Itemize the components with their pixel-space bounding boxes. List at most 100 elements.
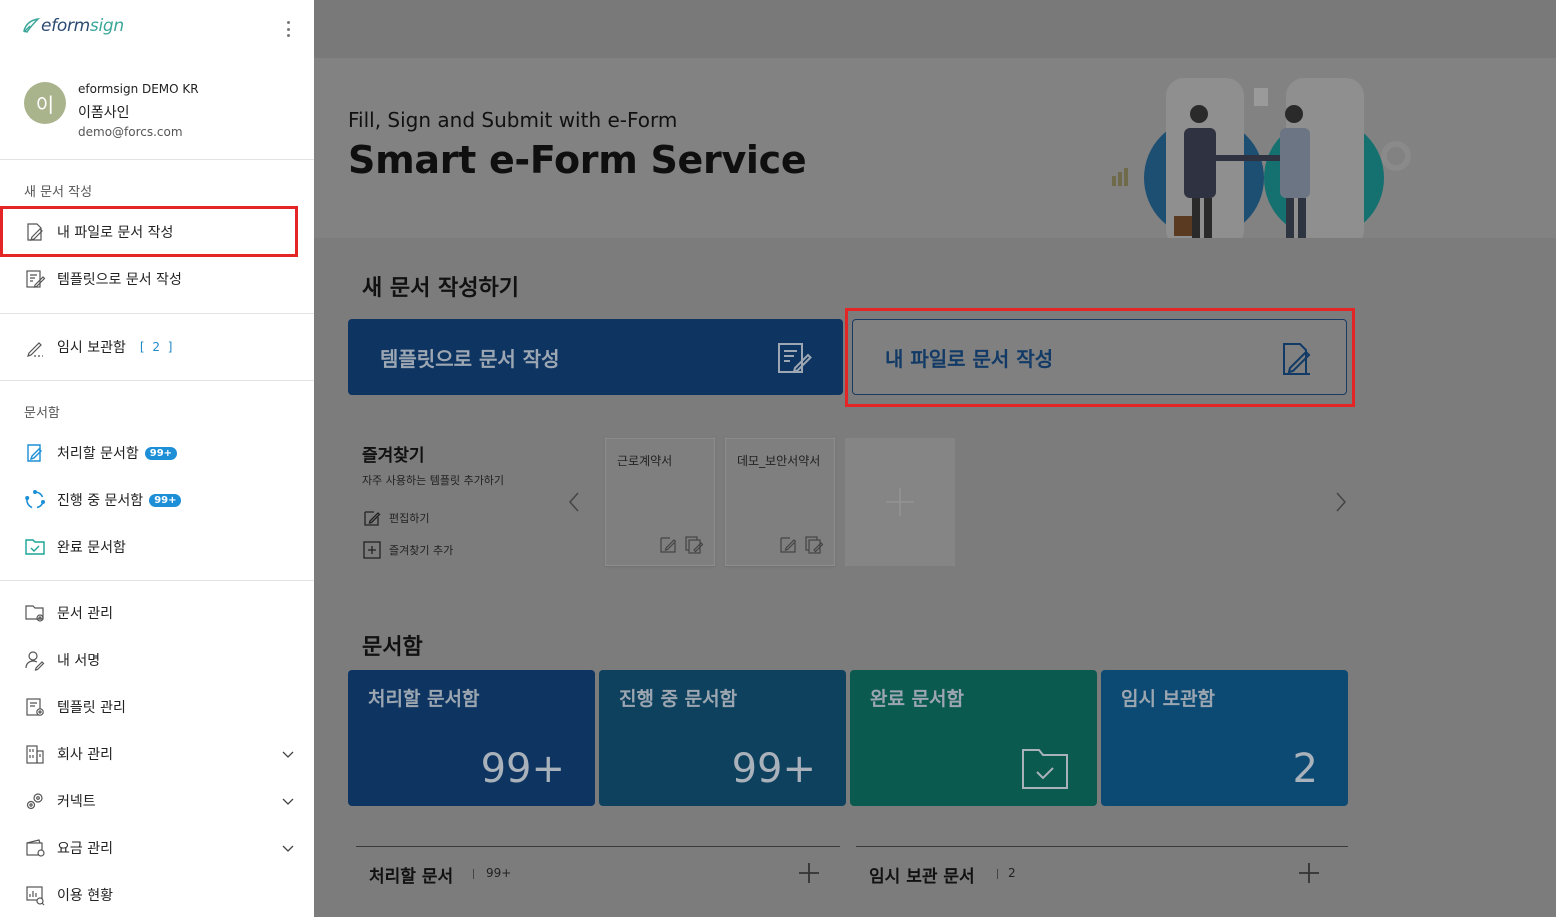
box-title: 완료 문서함	[870, 688, 965, 710]
profile-company: eformsign DEMO KR	[78, 82, 199, 96]
edit-icon[interactable]	[778, 535, 798, 555]
hero-subtitle: Fill, Sign and Submit with e-Form	[348, 108, 678, 132]
profile-email: demo@forcs.com	[78, 125, 183, 139]
user-sign-icon	[25, 651, 45, 671]
more-menu-icon[interactable]	[282, 18, 294, 40]
template-create-button[interactable]: 템플릿으로 문서 작성	[348, 319, 843, 395]
box-temp[interactable]: 임시 보관함 2	[1101, 670, 1348, 806]
divider	[356, 846, 840, 847]
favorites-edit-button[interactable]: 편집하기	[362, 508, 429, 528]
chevron-down-icon[interactable]	[282, 748, 294, 760]
chevron-left-icon[interactable]	[566, 490, 582, 514]
pencil-draft-icon	[27, 342, 43, 357]
favorites-subtitle: 자주 사용하는 템플릿 추가하기	[362, 474, 505, 487]
favorites-add-button[interactable]: 즐겨찾기 추가	[362, 540, 453, 560]
hero-banner: Fill, Sign and Submit with e-Form Smart …	[314, 58, 1556, 238]
gears-icon	[26, 793, 43, 810]
template-edit-icon	[26, 270, 46, 288]
profile-card: 이 eformsign DEMO KR 이폼사인 demo@forcs.com	[0, 60, 314, 160]
button-label: 템플릿으로 문서 작성	[380, 346, 560, 371]
sidebar-item-template-manage[interactable]: 템플릿 관리	[0, 685, 314, 729]
main-content: Fill, Sign and Submit with e-Form Smart …	[314, 0, 1556, 917]
box-title: 처리할 문서함	[368, 688, 480, 710]
box-count: 2	[1292, 746, 1318, 792]
count-badge: 99+	[144, 446, 178, 460]
highlight-box-sidebar	[0, 206, 298, 257]
sidebar-item-temp-storage[interactable]: 임시 보관함 [ 2 ]	[0, 325, 314, 369]
box-title: 진행 중 문서함	[619, 688, 738, 710]
sidebar-item-label: 커넥트	[57, 794, 96, 810]
divider	[0, 313, 314, 314]
chevron-down-icon[interactable]	[282, 795, 294, 807]
hero-title: Smart e-Form Service	[348, 138, 807, 182]
progress-cycle-icon	[25, 489, 45, 509]
folder-gear-icon	[25, 605, 44, 622]
sidebar-item-template[interactable]: 템플릿으로 문서 작성	[0, 257, 314, 301]
favorite-card[interactable]: 근로계약서	[605, 438, 715, 566]
list-count-temp: 2	[1008, 866, 1016, 880]
eformsign-logo[interactable]: eformsign	[22, 16, 124, 36]
favorites-edit-label: 편집하기	[389, 512, 430, 525]
list-title-temp: 임시 보관 문서	[869, 867, 975, 887]
sidebar-item-label: 내 서명	[57, 653, 101, 669]
usage-chart-icon	[26, 886, 45, 906]
favorite-card-name: 데모_보안서약서	[737, 454, 821, 468]
sidebar-item-label: 이용 현황	[57, 888, 113, 904]
folder-check-icon	[1022, 749, 1068, 789]
favorite-card[interactable]: 데모_보안서약서	[725, 438, 835, 566]
sidebar-item-billing[interactable]: 요금 관리	[0, 826, 314, 870]
template-edit-icon	[778, 343, 812, 373]
business-handshake-illustration	[1112, 78, 1411, 238]
copy-edit-icon[interactable]	[684, 535, 704, 555]
logo-text: eformsign	[41, 16, 124, 36]
plus-icon[interactable]	[1297, 861, 1321, 885]
box-to-process[interactable]: 처리할 문서함 99+	[348, 670, 595, 806]
sidebar-item-usage[interactable]: 이용 현황	[0, 873, 314, 917]
sidebar: eformsign 이 eformsign DEMO KR 이폼사인 demo@…	[0, 0, 314, 917]
sidebar-item-label: 템플릿으로 문서 작성	[57, 272, 182, 288]
avatar[interactable]: 이	[24, 82, 66, 124]
separator	[473, 869, 474, 879]
sidebar-item-label: 임시 보관함	[57, 340, 126, 356]
process-doc-icon	[27, 444, 42, 462]
sidebar-item-label: 진행 중 문서함	[57, 493, 144, 509]
section-label-docbox: 문서함	[24, 406, 60, 421]
edit-icon[interactable]	[658, 535, 678, 555]
count-badge: 99+	[149, 493, 182, 507]
sidebar-item-to-process[interactable]: 처리할 문서함 99+	[0, 431, 314, 475]
sidebar-item-label: 완료 문서함	[57, 540, 126, 556]
divider	[0, 580, 314, 581]
sidebar-item-in-progress[interactable]: 진행 중 문서함 99+	[0, 478, 314, 522]
sidebar-item-label: 템플릿 관리	[57, 700, 126, 716]
copy-edit-icon[interactable]	[804, 535, 824, 555]
sidebar-item-doc-manage[interactable]: 문서 관리	[0, 591, 314, 635]
sidebar-item-connect[interactable]: 커넥트	[0, 779, 314, 823]
box-in-progress[interactable]: 진행 중 문서함 99+	[599, 670, 846, 806]
sidebar-item-company-manage[interactable]: 회사 관리	[0, 732, 314, 776]
box-count: 99+	[480, 746, 565, 792]
chevron-down-icon[interactable]	[282, 842, 294, 854]
favorites-add-label: 즐겨찾기 추가	[389, 544, 454, 557]
profile-name: 이폼사인	[78, 105, 130, 121]
chevron-right-icon[interactable]	[1333, 490, 1349, 514]
edit-icon	[364, 511, 381, 526]
top-bar	[314, 0, 1556, 58]
folder-check-icon	[25, 539, 45, 555]
sidebar-item-label: 문서 관리	[57, 606, 113, 622]
plus-square-icon	[363, 541, 381, 559]
list-count-to-process: 99+	[486, 866, 512, 880]
docbox-heading: 문서함	[362, 635, 423, 660]
building-icon	[26, 745, 44, 764]
plus-icon[interactable]	[797, 861, 821, 885]
sidebar-item-label: 요금 관리	[57, 841, 113, 857]
sidebar-item-my-signature[interactable]: 내 서명	[0, 638, 314, 682]
sidebar-item-completed[interactable]: 완료 문서함	[0, 525, 314, 569]
favorite-add-card[interactable]	[845, 438, 955, 566]
favorites-title: 즐겨찾기	[362, 446, 425, 466]
new-doc-heading: 새 문서 작성하기	[362, 276, 519, 301]
template-gear-icon	[26, 698, 44, 716]
plus-icon	[886, 488, 914, 516]
box-completed[interactable]: 완료 문서함	[850, 670, 1097, 806]
temp-storage-count: [ 2 ]	[139, 340, 175, 354]
divider	[0, 380, 314, 381]
